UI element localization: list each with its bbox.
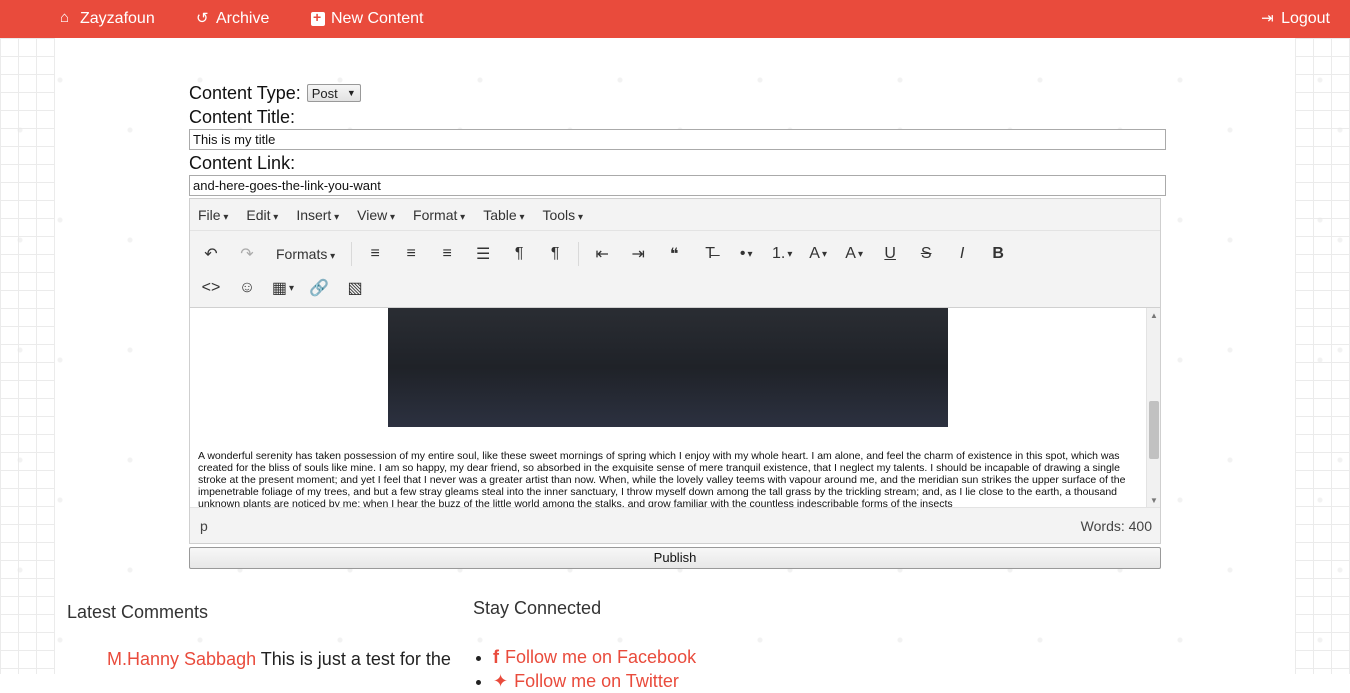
undo-icon[interactable]: ↶: [198, 241, 224, 267]
ltr-icon[interactable]: ¶: [506, 241, 532, 267]
element-path[interactable]: p: [200, 518, 208, 534]
facebook-link-label: Follow me on Facebook: [505, 647, 697, 667]
menu-view[interactable]: View: [357, 207, 395, 223]
menu-format[interactable]: Format: [413, 207, 465, 223]
menu-edit[interactable]: Edit: [246, 207, 278, 223]
nav-archive-label: Archive: [216, 10, 270, 27]
scroll-down-icon[interactable]: ▼: [1150, 496, 1158, 505]
menu-file[interactable]: File: [198, 207, 228, 223]
menu-insert[interactable]: Insert: [296, 207, 339, 223]
text-color-icon[interactable]: A: [805, 241, 831, 267]
nav-archive[interactable]: Archive: [196, 9, 270, 28]
nav-home-label: Zayzafoun: [80, 10, 155, 27]
editor-toolbar: ↶ ↷ Formats ≡ ≡ ≡ ☰ ¶ ¶ ⇤ ⇥ ❝ T̶ • 1. A …: [190, 231, 1160, 307]
word-count: Words: 400: [1080, 517, 1152, 534]
content-type-row: Content Type: Post ▼: [189, 82, 1166, 104]
content-link-input[interactable]: and-here-goes-the-link-you-want: [189, 175, 1166, 196]
clear-formatting-icon[interactable]: T̶: [697, 241, 723, 267]
select-arrow-icon: ▼: [346, 88, 356, 98]
background-color-icon[interactable]: A: [841, 241, 867, 267]
plus-square-icon: [311, 9, 325, 26]
content-title-label: Content Title:: [189, 107, 296, 127]
comment-author-link[interactable]: M.Hanny Sabbagh: [107, 649, 256, 669]
facebook-icon: [493, 647, 505, 667]
image-icon[interactable]: ▧: [342, 275, 368, 301]
editor-content-area[interactable]: A wonderful serenity has taken possessio…: [190, 307, 1160, 507]
content-form: Content Type: Post ▼ Content Title: This…: [189, 82, 1166, 569]
stay-connected-heading: Stay Connected: [473, 598, 602, 618]
align-center-icon[interactable]: ≡: [398, 241, 424, 267]
logout-icon: [1261, 9, 1275, 27]
align-right-icon[interactable]: ≡: [434, 241, 460, 267]
history-icon: [196, 9, 210, 27]
twitter-link-label: Follow me on Twitter: [514, 671, 679, 691]
toolbar-separator: [578, 242, 580, 266]
emoticon-icon[interactable]: ☺: [234, 275, 260, 301]
editor-statusbar: p Words: 400: [190, 507, 1160, 543]
menu-table[interactable]: Table: [483, 207, 524, 223]
editor-menubar: File Edit Insert View Format Table Tools: [190, 199, 1160, 231]
menu-tools[interactable]: Tools: [542, 207, 583, 223]
bullet-list-icon[interactable]: •: [733, 241, 759, 267]
underline-icon[interactable]: U: [877, 241, 903, 267]
social-links-list: Follow me on Facebook Follow me on Twitt…: [473, 645, 696, 693]
blockquote-icon[interactable]: ❝: [661, 241, 687, 267]
top-navbar: Zayzafoun Archive New Content Logout: [0, 0, 1350, 38]
content-title-input[interactable]: This is my title: [189, 129, 1166, 150]
content-link-label: Content Link:: [189, 153, 296, 173]
link-icon[interactable]: 🔗: [306, 275, 332, 301]
left-decorative-strip: [0, 38, 55, 674]
latest-comments-heading: Latest Comments: [67, 602, 209, 622]
toolbar-separator: [351, 242, 353, 266]
numbered-list-icon[interactable]: 1.: [769, 241, 795, 267]
content-type-label: Content Type:: [189, 83, 301, 103]
latest-comments-section: Latest Comments M.Hanny Sabbagh This is …: [67, 602, 451, 670]
comment-text[interactable]: This is just a test for the: [261, 649, 451, 669]
formats-dropdown[interactable]: Formats: [270, 246, 341, 262]
italic-icon[interactable]: I: [949, 241, 975, 267]
scroll-up-icon[interactable]: ▲: [1150, 311, 1158, 320]
rtl-icon[interactable]: ¶: [542, 241, 568, 267]
table-icon[interactable]: ▦: [270, 275, 296, 301]
bold-icon[interactable]: B: [985, 241, 1011, 267]
editor-scrollbar[interactable]: ▲ ▼: [1146, 308, 1160, 507]
redo-icon[interactable]: ↷: [234, 241, 260, 267]
rich-text-editor: File Edit Insert View Format Table Tools…: [189, 198, 1161, 544]
outdent-icon[interactable]: ⇤: [589, 241, 615, 267]
publish-button[interactable]: Publish: [189, 547, 1161, 569]
home-icon: [60, 9, 74, 26]
content-type-value: Post: [311, 85, 338, 101]
comment-item: M.Hanny Sabbagh This is just a test for …: [107, 649, 451, 670]
editor-paragraph: A wonderful serenity has taken possessio…: [198, 450, 1126, 507]
strikethrough-icon[interactable]: S: [913, 241, 939, 267]
align-justify-icon[interactable]: ☰: [470, 241, 496, 267]
scrollbar-thumb[interactable]: [1149, 401, 1159, 459]
nav-new-content[interactable]: New Content: [311, 9, 424, 28]
toolbar-row-2: <> ☺ ▦ 🔗 ▧: [198, 271, 1152, 305]
stay-connected-section: Stay Connected Follow me on Facebook Fol…: [473, 598, 696, 693]
facebook-link[interactable]: Follow me on Facebook: [493, 645, 696, 669]
twitter-icon: [493, 671, 514, 691]
nav-logout[interactable]: Logout: [1261, 9, 1330, 28]
indent-icon[interactable]: ⇥: [625, 241, 651, 267]
content-type-select[interactable]: Post ▼: [306, 84, 361, 102]
twitter-link[interactable]: Follow me on Twitter: [493, 669, 696, 693]
nav-logout-label: Logout: [1281, 10, 1330, 27]
toolbar-row-1: ↶ ↷ Formats ≡ ≡ ≡ ☰ ¶ ¶ ⇤ ⇥ ❝ T̶ • 1. A …: [198, 237, 1152, 271]
nav-new-content-label: New Content: [331, 10, 424, 27]
align-left-icon[interactable]: ≡: [362, 241, 388, 267]
nav-home[interactable]: Zayzafoun: [60, 9, 155, 28]
code-icon[interactable]: <>: [198, 275, 224, 301]
right-decorative-strip: [1295, 38, 1350, 674]
embedded-image: [388, 308, 948, 427]
